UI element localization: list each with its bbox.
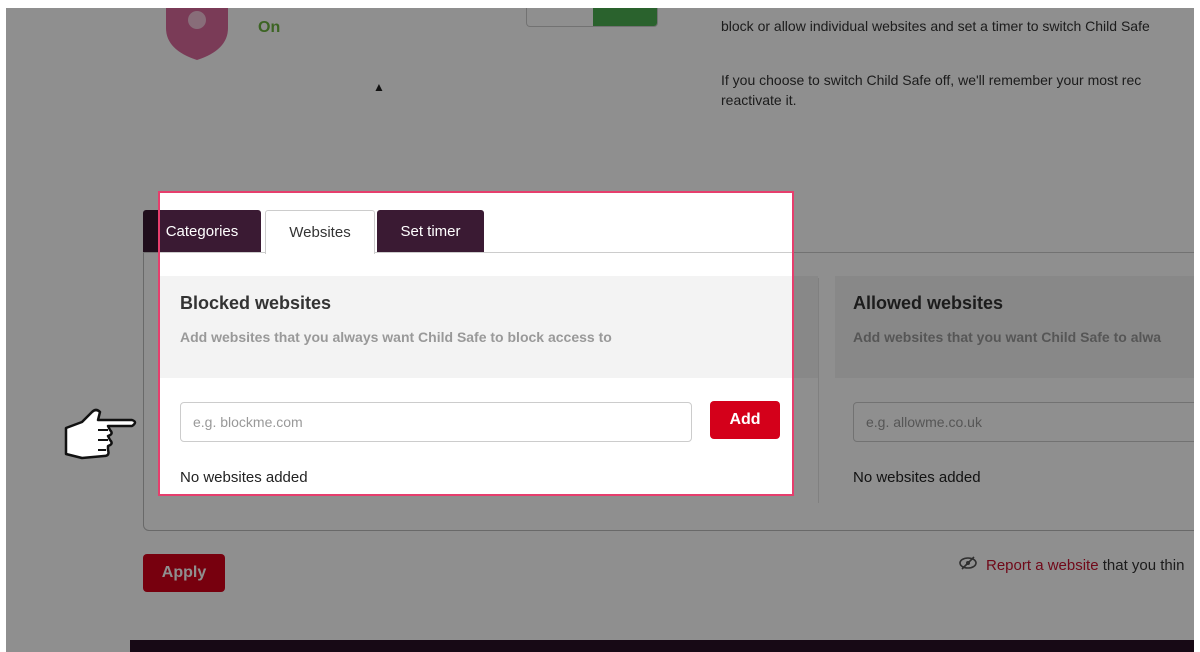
- allowed-title: Allowed websites: [853, 293, 1004, 313]
- allowed-subtitle: Add websites that you want Child Safe to…: [853, 329, 1162, 345]
- allowed-header-bg: [835, 276, 1194, 378]
- info-text-1: block or allow individual websites and s…: [721, 18, 1150, 34]
- tab-categories-hl[interactable]: Categories: [160, 210, 261, 252]
- tab-websites-hl[interactable]: Websites: [265, 210, 375, 254]
- report-website: Report a website that you thin: [958, 556, 1184, 574]
- page-frame: On block or allow individual websites an…: [6, 8, 1194, 652]
- info-text-2: If you choose to switch Child Safe off, …: [721, 72, 1142, 108]
- eye-slash-icon: [958, 556, 980, 574]
- add-blocked-button-hl[interactable]: Add: [710, 401, 780, 439]
- report-website-link[interactable]: Report a website: [986, 557, 1099, 574]
- tab-divider-hl: [160, 252, 792, 253]
- child-safe-toggle[interactable]: [526, 8, 658, 27]
- column-divider: [818, 278, 819, 503]
- child-safe-status: On: [258, 19, 281, 36]
- pointing-hand-icon: [64, 408, 137, 460]
- apply-button[interactable]: Apply: [143, 554, 225, 592]
- blocked-header-bg-hl: [160, 276, 792, 378]
- blocked-empty-text-hl: No websites added: [180, 469, 308, 486]
- tab-set-timer-hl[interactable]: Set timer: [377, 210, 484, 252]
- allowed-empty-text: No websites added: [853, 469, 981, 486]
- child-safe-shield-icon: [166, 8, 228, 60]
- blocked-title-hl: Blocked websites: [180, 293, 332, 313]
- highlight-box: Categories Websites Set timer Blocked we…: [158, 191, 794, 496]
- report-rest-text: that you thin: [1098, 557, 1185, 574]
- allowed-website-input[interactable]: [853, 402, 1194, 442]
- blocked-website-input-hl[interactable]: [180, 402, 692, 442]
- highlight-content: Categories Websites Set timer Blocked we…: [160, 193, 792, 494]
- footer-bar: [130, 640, 1194, 652]
- blocked-subtitle-hl: Add websites that you always want Child …: [180, 329, 612, 345]
- mouse-cursor-icon: ▲: [373, 80, 385, 94]
